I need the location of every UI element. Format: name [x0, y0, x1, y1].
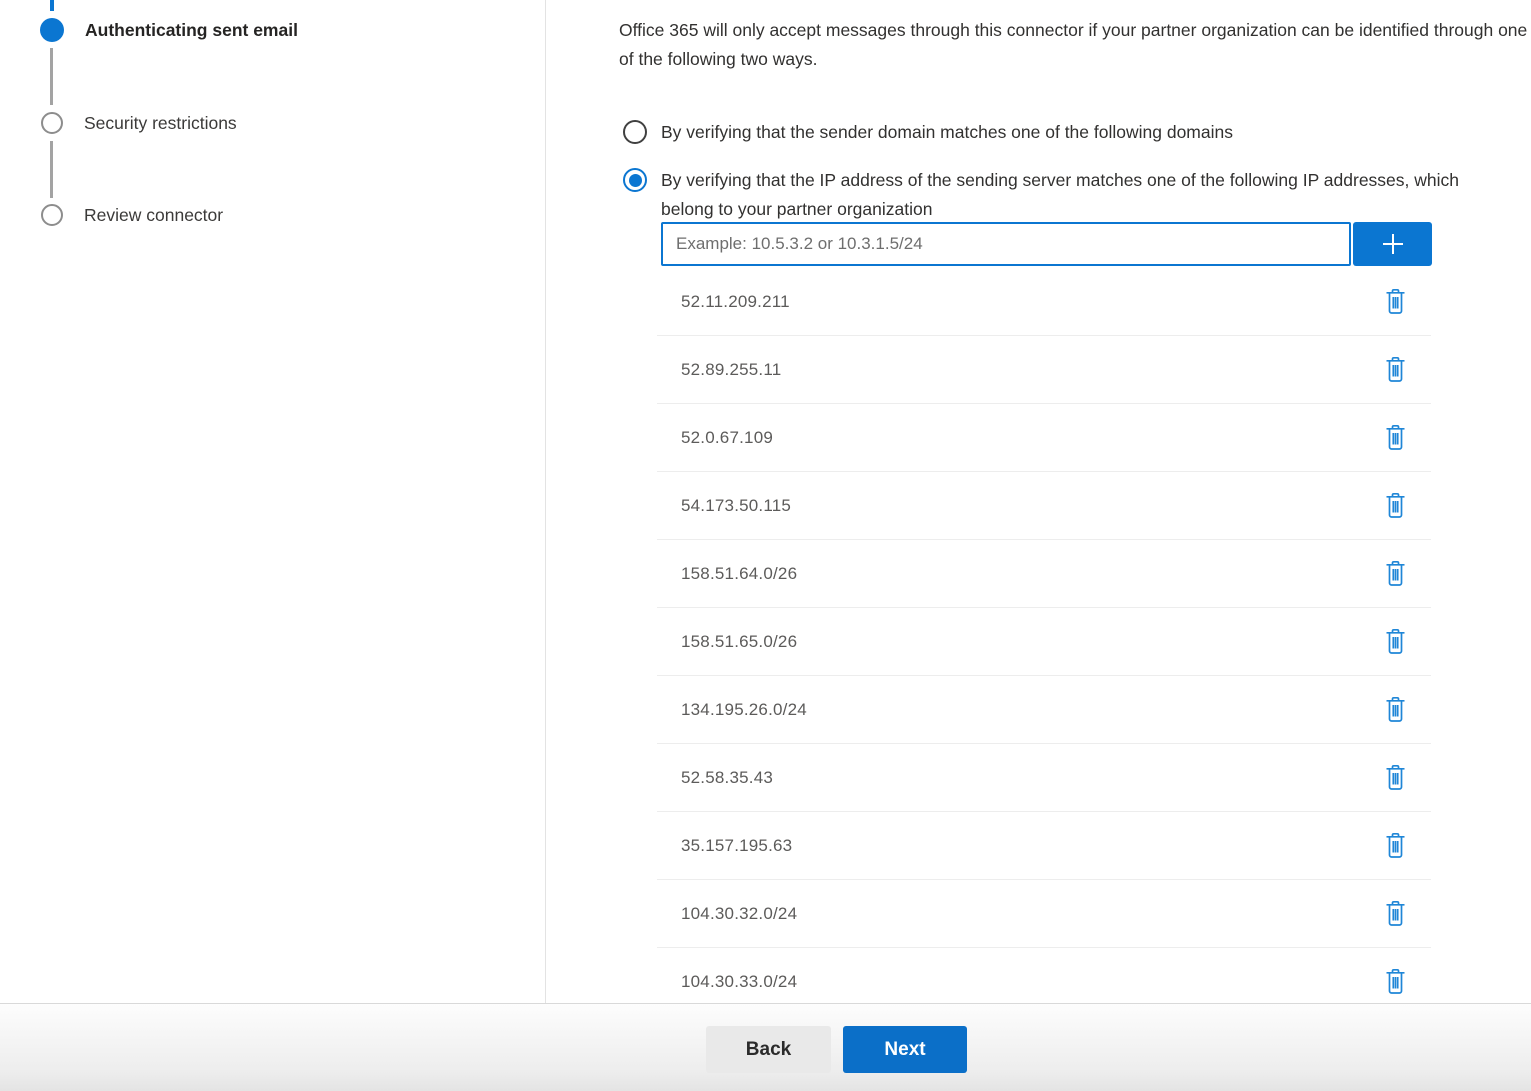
ip-entry-row — [661, 222, 1432, 266]
delete-ip-button[interactable] — [1382, 490, 1409, 521]
ip-list-row: 104.30.33.0/24 — [657, 948, 1431, 1003]
ip-address-value: 104.30.32.0/24 — [681, 904, 797, 924]
delete-ip-button[interactable] — [1382, 286, 1409, 317]
intro-text: Office 365 will only accept messages thr… — [619, 16, 1531, 74]
wizard-step-security-restrictions[interactable]: Security restrictions — [40, 112, 237, 134]
ip-address-value: 158.51.64.0/26 — [681, 564, 797, 584]
wizard-step-authenticating-sent-email[interactable]: Authenticating sent email — [40, 18, 298, 42]
ip-list-row: 52.0.67.109 — [657, 404, 1431, 472]
ip-list-row: 158.51.64.0/26 — [657, 540, 1431, 608]
trash-icon — [1384, 356, 1407, 383]
ip-list-row: 134.195.26.0/24 — [657, 676, 1431, 744]
step-connector-top — [50, 0, 54, 11]
ip-address-value: 52.89.255.11 — [681, 360, 781, 380]
ip-address-value: 52.11.209.211 — [681, 292, 790, 312]
wizard-step-label: Authenticating sent email — [85, 20, 298, 41]
wizard-step-label: Security restrictions — [84, 113, 237, 134]
connector-auth-panel: Office 365 will only accept messages thr… — [547, 0, 1531, 1003]
trash-icon — [1384, 492, 1407, 519]
ip-address-value: 52.58.35.43 — [681, 768, 773, 788]
delete-ip-button[interactable] — [1382, 354, 1409, 385]
ip-list-row: 104.30.32.0/24 — [657, 880, 1431, 948]
trash-icon — [1384, 832, 1407, 859]
ip-address-value: 35.157.195.63 — [681, 836, 792, 856]
next-button[interactable]: Next — [843, 1026, 967, 1073]
radio-selected-icon — [623, 168, 647, 192]
delete-ip-button[interactable] — [1382, 558, 1409, 589]
plus-icon — [1377, 228, 1409, 260]
ip-address-value: 52.0.67.109 — [681, 428, 773, 448]
radio-option-label: By verifying that the sender domain matc… — [661, 118, 1233, 147]
step-connector — [50, 141, 53, 198]
delete-ip-button[interactable] — [1382, 898, 1409, 929]
ip-list-row: 54.173.50.115 — [657, 472, 1431, 540]
radio-dot — [629, 174, 642, 187]
radio-option-ip-address[interactable]: By verifying that the IP address of the … — [623, 166, 1476, 224]
trash-icon — [1384, 968, 1407, 995]
ip-address-list: 52.11.209.211 52.89.255.11 52.0.67.109 5… — [657, 268, 1431, 1003]
ip-list-row: 35.157.195.63 — [657, 812, 1431, 880]
trash-icon — [1384, 560, 1407, 587]
ip-list-row: 158.51.65.0/26 — [657, 608, 1431, 676]
delete-ip-button[interactable] — [1382, 830, 1409, 861]
radio-option-sender-domain[interactable]: By verifying that the sender domain matc… — [623, 118, 1233, 147]
step-circle-icon — [41, 112, 63, 134]
add-ip-button[interactable] — [1353, 222, 1432, 266]
ip-list-row: 52.58.35.43 — [657, 744, 1431, 812]
delete-ip-button[interactable] — [1382, 422, 1409, 453]
trash-icon — [1384, 288, 1407, 315]
wizard-step-review-connector[interactable]: Review connector — [40, 204, 223, 226]
trash-icon — [1384, 424, 1407, 451]
delete-ip-button[interactable] — [1382, 626, 1409, 657]
trash-icon — [1384, 764, 1407, 791]
delete-ip-button[interactable] — [1382, 762, 1409, 793]
delete-ip-button[interactable] — [1382, 694, 1409, 725]
ip-list-row: 52.11.209.211 — [657, 268, 1431, 336]
step-active-dot-icon — [40, 18, 64, 42]
ip-address-value: 158.51.65.0/26 — [681, 632, 797, 652]
ip-address-value: 104.30.33.0/24 — [681, 972, 797, 992]
step-connector — [50, 48, 53, 105]
trash-icon — [1384, 696, 1407, 723]
ip-address-value: 54.173.50.115 — [681, 496, 791, 516]
delete-ip-button[interactable] — [1382, 966, 1409, 997]
wizard-step-label: Review connector — [84, 205, 223, 226]
ip-address-value: 134.195.26.0/24 — [681, 700, 807, 720]
ip-address-input[interactable] — [661, 222, 1351, 266]
radio-unselected-icon — [623, 120, 647, 144]
wizard-footer: Back Next — [0, 1003, 1531, 1091]
wizard-step-nav: Authenticating sent email Security restr… — [0, 0, 546, 1003]
radio-option-label: By verifying that the IP address of the … — [661, 166, 1476, 224]
step-circle-icon — [41, 204, 63, 226]
trash-icon — [1384, 900, 1407, 927]
back-button[interactable]: Back — [706, 1026, 831, 1073]
ip-list-row: 52.89.255.11 — [657, 336, 1431, 404]
trash-icon — [1384, 628, 1407, 655]
